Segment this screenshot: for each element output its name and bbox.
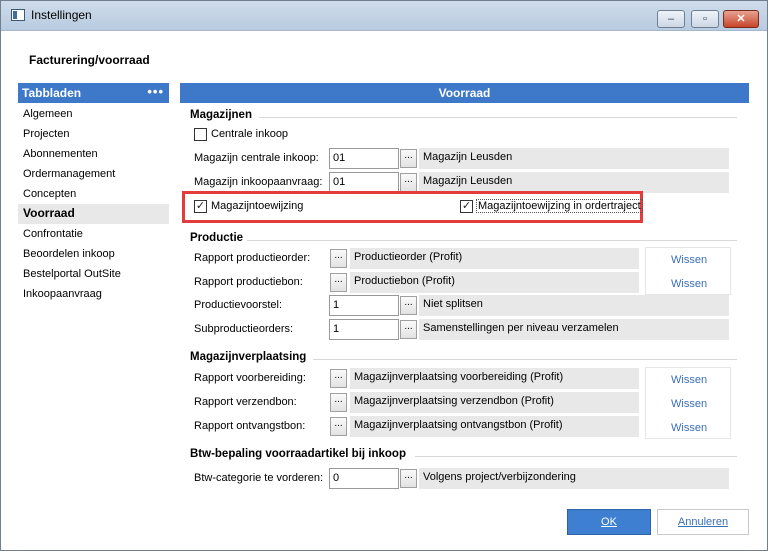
wissen-verzendbon-link[interactable]: Wissen: [671, 398, 707, 410]
rapport-ontvangstbon-label: Rapport ontvangstbon:: [194, 420, 306, 432]
rapport-productieorder-desc: Productieorder (Profit): [350, 248, 639, 269]
ok-button-label: OK: [601, 516, 617, 528]
section-title-btw: Btw-bepaling voorraadartikel bij inkoop: [190, 448, 406, 460]
subproductieorders-lookup-button[interactable]: ...: [400, 320, 417, 339]
cancel-button-label: Annuleren: [677, 516, 729, 528]
wissen-productiebon-link[interactable]: Wissen: [671, 278, 707, 290]
productievoorstel-lookup-button[interactable]: ...: [400, 296, 417, 315]
magazijntoewijzing-checkbox[interactable]: ✓: [194, 200, 207, 213]
minimize-button[interactable]: –: [657, 10, 685, 28]
nav-item-bestelportal-outsite[interactable]: Bestelportal OutSite: [18, 265, 169, 285]
productievoorstel-label: Productievoorstel:: [194, 299, 283, 311]
productievoorstel-desc: Niet splitsen: [419, 295, 729, 316]
section-divider: [247, 240, 737, 241]
wissen-ontvangstbon-link[interactable]: Wissen: [671, 422, 707, 434]
rapport-productiebon-lookup-button[interactable]: ...: [330, 273, 347, 292]
magazijntoewijzing-label: Magazijntoewijzing: [211, 200, 304, 212]
cancel-button[interactable]: Annuleren: [657, 509, 749, 535]
rapport-productiebon-desc: Productiebon (Profit): [350, 272, 639, 293]
nav-header: Tabbladen •••: [18, 83, 169, 103]
rapport-verzendbon-desc: Magazijnverplaatsing verzendbon (Profit): [350, 392, 639, 413]
rapport-voorbereiding-label: Rapport voorbereiding:: [194, 372, 306, 384]
subproductieorders-input[interactable]: 1: [329, 319, 399, 340]
nav-item-inkoopaanvraag[interactable]: Inkoopaanvraag: [18, 285, 169, 305]
section-title-magazijnverplaatsing: Magazijnverplaatsing: [190, 351, 307, 363]
rapport-voorbereiding-desc: Magazijnverplaatsing voorbereiding (Prof…: [350, 368, 639, 389]
btw-categorie-desc: Volgens project/verbijzondering: [419, 468, 729, 489]
title-bar[interactable]: Instellingen – ▫ ✕: [1, 1, 767, 31]
app-window-icon: [11, 9, 25, 21]
magazijntoewijzing-ordertraject-label: Magazijntoewijzing in ordertraject: [476, 199, 643, 213]
btw-categorie-input[interactable]: 0: [329, 468, 399, 489]
magazijn-inkoopaanvraag-lookup-button[interactable]: ...: [400, 173, 417, 192]
magazijn-centrale-inkoop-desc: Magazijn Leusden: [419, 148, 729, 169]
rapport-verzendbon-label: Rapport verzendbon:: [194, 396, 297, 408]
rapport-productieorder-label: Rapport productieorder:: [194, 252, 311, 264]
magazijn-inkoopaanvraag-desc: Magazijn Leusden: [419, 172, 729, 193]
section-title-productie: Productie: [190, 232, 244, 244]
nav-item-abonnementen[interactable]: Abonnementen: [18, 145, 169, 165]
centrale-inkoop-checkbox[interactable]: [194, 128, 207, 141]
btw-categorie-lookup-button[interactable]: ...: [400, 469, 417, 488]
more-options-icon[interactable]: •••: [147, 84, 164, 99]
magazijn-centrale-inkoop-lookup-button[interactable]: ...: [400, 149, 417, 168]
rapport-ontvangstbon-desc: Magazijnverplaatsing ontvangstbon (Profi…: [350, 416, 639, 437]
section-divider: [259, 117, 737, 118]
productievoorstel-input[interactable]: 1: [329, 295, 399, 316]
nav-item-confrontatie[interactable]: Confrontatie: [18, 225, 169, 245]
subproductieorders-desc: Samenstellingen per niveau verzamelen: [419, 319, 729, 340]
section-divider: [415, 456, 737, 457]
magazijn-centrale-inkoop-input[interactable]: 01: [329, 148, 399, 169]
nav-item-voorraad[interactable]: Voorraad: [18, 204, 169, 224]
close-button[interactable]: ✕: [723, 10, 759, 28]
magazijntoewijzing-ordertraject-checkbox[interactable]: ✓: [460, 200, 473, 213]
nav-item-algemeen[interactable]: Algemeen: [18, 105, 169, 125]
rapport-productiebon-label: Rapport productiebon:: [194, 276, 303, 288]
nav-item-projecten[interactable]: Projecten: [18, 125, 169, 145]
nav-header-label: Tabbladen: [22, 86, 82, 100]
rapport-voorbereiding-lookup-button[interactable]: ...: [330, 369, 347, 388]
section-title-magazijnen: Magazijnen: [190, 109, 252, 121]
rapport-ontvangstbon-lookup-button[interactable]: ...: [330, 417, 347, 436]
wissen-productieorder-link[interactable]: Wissen: [671, 254, 707, 266]
btw-categorie-label: Btw-categorie te vorderen:: [194, 472, 324, 484]
wissen-voorbereiding-link[interactable]: Wissen: [671, 374, 707, 386]
nav-item-concepten[interactable]: Concepten: [18, 185, 169, 205]
settings-window: Instellingen – ▫ ✕ Facturering/voorraad …: [0, 0, 768, 551]
magazijn-inkoopaanvraag-label: Magazijn inkoopaanvraag:: [194, 176, 323, 188]
maximize-button[interactable]: ▫: [691, 10, 719, 28]
panel-header: Voorraad: [180, 83, 749, 103]
rapport-productieorder-lookup-button[interactable]: ...: [330, 249, 347, 268]
ok-button[interactable]: OK: [567, 509, 651, 535]
magazijn-centrale-inkoop-label: Magazijn centrale inkoop:: [194, 152, 319, 164]
page-title: Facturering/voorraad: [29, 53, 150, 67]
subproductieorders-label: Subproductieorders:: [194, 323, 294, 335]
window-title: Instellingen: [31, 8, 92, 22]
nav-item-ordermanagement[interactable]: Ordermanagement: [18, 165, 169, 185]
magazijn-inkoopaanvraag-input[interactable]: 01: [329, 172, 399, 193]
section-divider: [313, 359, 737, 360]
centrale-inkoop-label: Centrale inkoop: [211, 128, 289, 140]
rapport-verzendbon-lookup-button[interactable]: ...: [330, 393, 347, 412]
nav-item-beoordelen-inkoop[interactable]: Beoordelen inkoop: [18, 245, 169, 265]
